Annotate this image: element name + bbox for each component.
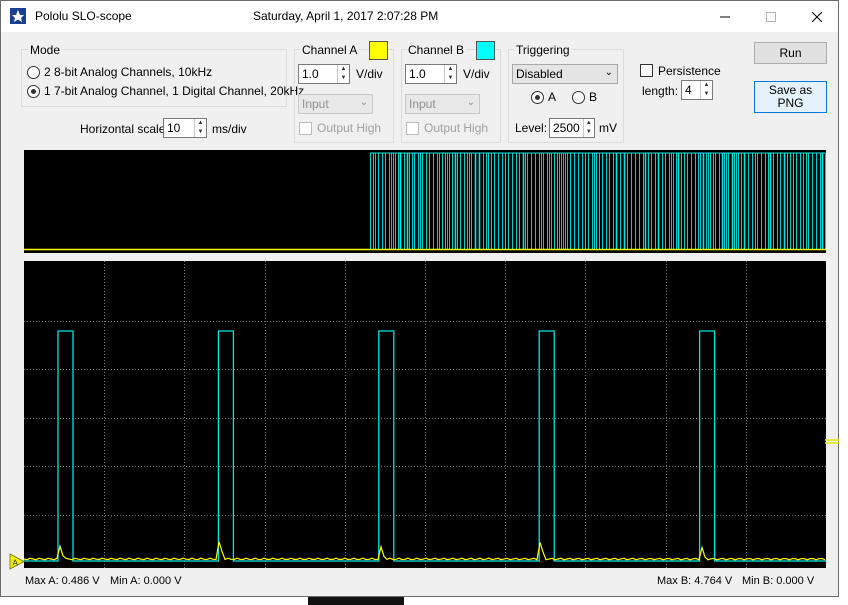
channel-b-vdiv-value[interactable]: 1.0 — [406, 65, 444, 83]
channel-a-mode-select[interactable]: Input ⌄ — [298, 94, 373, 114]
scope-grid — [24, 261, 826, 568]
channel-b-output-high-label: Output High — [424, 121, 489, 135]
maximize-icon — [766, 11, 776, 22]
channel-a-ground-marker-icon[interactable]: A — [9, 553, 25, 570]
save-png-button[interactable]: Save as PNG — [754, 81, 827, 113]
title-bar: Pololu SLO-scope Saturday, April 1, 2017… — [1, 1, 838, 32]
chevron-down-icon: ⌄ — [466, 97, 475, 108]
channel-a-mode-value: Input — [302, 97, 329, 111]
run-button[interactable]: Run — [754, 42, 827, 64]
trigger-mode-select[interactable]: Disabled ⌄ — [512, 64, 618, 84]
radio-dot-icon — [31, 88, 36, 94]
spinner-arrows[interactable]: ▲ ▼ — [582, 119, 594, 137]
trigger-channel-a-label: A — [548, 90, 557, 104]
trigger-channel-b-option[interactable]: B — [572, 90, 597, 104]
channel-a-vdiv-value[interactable]: 1.0 — [299, 65, 337, 83]
chevron-down-icon: ⌄ — [359, 97, 368, 108]
channel-b-color-swatch[interactable] — [476, 41, 495, 60]
mode-option-label: 1 7-bit Analog Channel, 1 Digital Channe… — [44, 84, 305, 98]
trigger-level-label: Level: — [515, 121, 548, 135]
maximize-button[interactable] — [748, 1, 794, 32]
channel-b-mode-select[interactable]: Input ⌄ — [405, 94, 480, 114]
spin-up-icon[interactable]: ▲ — [584, 119, 594, 128]
background-content — [308, 597, 404, 605]
max-b-readout: Max B: 4.764 V — [657, 575, 733, 587]
horizontal-scale-label: Horizontal scale: — [80, 122, 169, 136]
min-a-readout: Min A: 0.000 V — [110, 575, 182, 587]
window-datetime: Saturday, April 1, 2017 2:07:28 PM — [253, 9, 439, 23]
channel-a-output-high-checkbox[interactable] — [299, 122, 312, 135]
channel-b-trace — [24, 330, 826, 562]
digital-pulse-train — [370, 152, 826, 249]
window-title: Pololu SLO-scope — [35, 9, 132, 23]
horizontal-scale-value[interactable]: 10 — [164, 119, 194, 137]
minimize-button[interactable] — [702, 1, 748, 32]
channel-a-output-high-label: Output High — [317, 121, 382, 135]
minimize-icon — [720, 16, 730, 17]
spin-down-icon[interactable]: ▼ — [338, 74, 349, 83]
spin-down-icon[interactable]: ▼ — [195, 128, 206, 137]
spinner-arrows[interactable]: ▲ ▼ — [700, 81, 712, 99]
channel-b-output-high-checkbox[interactable] — [406, 122, 419, 135]
trigger-level-value[interactable]: 2500 — [550, 119, 583, 137]
radio-dot-icon — [535, 94, 540, 100]
channel-b-vdiv-unit: V/div — [463, 67, 490, 81]
pololu-logo-icon — [10, 8, 26, 24]
spinner-arrows[interactable]: ▲ ▼ — [194, 119, 206, 137]
radio-button-selected[interactable] — [27, 84, 40, 98]
spin-up-icon[interactable]: ▲ — [195, 119, 206, 128]
trigger-level-unit: mV — [599, 121, 617, 135]
mode-option-analog-digital[interactable]: 1 7-bit Analog Channel, 1 Digital Channe… — [27, 84, 304, 98]
spin-up-icon[interactable]: ▲ — [701, 81, 712, 90]
trigger-level-marker-icon[interactable] — [825, 439, 839, 445]
scope-window: Pololu SLO-scope Saturday, April 1, 2017… — [0, 0, 839, 597]
horizontal-scale-unit: ms/div — [212, 122, 247, 136]
trigger-channel-b-label: B — [589, 90, 598, 104]
mode-option-2-analog[interactable]: 2 8-bit Analog Channels, 10kHz — [27, 65, 212, 79]
mode-option-label: 2 8-bit Analog Channels, 10kHz — [44, 65, 213, 79]
channel-a-color-swatch[interactable] — [369, 41, 388, 60]
max-a-readout: Max A: 0.486 V — [25, 575, 100, 587]
channel-a-vdiv-spinner[interactable]: 1.0 ▲ ▼ — [298, 64, 350, 84]
persistence-length-label: length: — [642, 84, 679, 98]
spin-up-icon[interactable]: ▲ — [338, 65, 349, 74]
triggering-label: Triggering — [514, 43, 572, 57]
spin-up-icon[interactable]: ▲ — [445, 65, 456, 74]
persistence-length-value[interactable]: 4 — [682, 81, 700, 99]
oscilloscope-plot[interactable] — [24, 261, 826, 568]
radio-button[interactable] — [572, 90, 585, 104]
channel-b-label: Channel B — [406, 43, 467, 57]
ground-marker-label: A — [13, 559, 19, 568]
horizontal-scale-spinner[interactable]: 10 ▲ ▼ — [163, 118, 207, 138]
spin-down-icon[interactable]: ▼ — [445, 74, 456, 83]
persistence-length-spinner[interactable]: 4 ▲ ▼ — [681, 80, 713, 100]
radio-button-selected[interactable] — [531, 90, 544, 104]
spin-down-icon[interactable]: ▼ — [584, 128, 594, 137]
channel-a-vdiv-unit: V/div — [356, 67, 383, 81]
mode-group-label: Mode — [28, 43, 63, 57]
close-icon — [812, 11, 822, 22]
channel-a-label: Channel A — [300, 43, 360, 57]
radio-button[interactable] — [27, 65, 40, 79]
spinner-arrows[interactable]: ▲ ▼ — [337, 65, 349, 83]
spin-down-icon[interactable]: ▼ — [701, 90, 712, 99]
digital-channel-view[interactable] — [24, 150, 826, 253]
persistence-label: Persistence — [658, 64, 721, 78]
channel-b-vdiv-spinner[interactable]: 1.0 ▲ ▼ — [405, 64, 457, 84]
trigger-level-spinner[interactable]: 2500 ▲ ▼ — [549, 118, 595, 138]
chevron-down-icon: ⌄ — [604, 67, 613, 78]
min-b-readout: Min B: 0.000 V — [742, 575, 815, 587]
trigger-channel-a-option[interactable]: A — [531, 90, 556, 104]
channel-a-trace — [24, 541, 826, 561]
spinner-arrows[interactable]: ▲ ▼ — [444, 65, 456, 83]
channel-b-mode-value: Input — [409, 97, 436, 111]
persistence-checkbox[interactable] — [640, 64, 653, 77]
trigger-mode-value: Disabled — [516, 67, 563, 81]
close-button[interactable] — [794, 1, 840, 32]
